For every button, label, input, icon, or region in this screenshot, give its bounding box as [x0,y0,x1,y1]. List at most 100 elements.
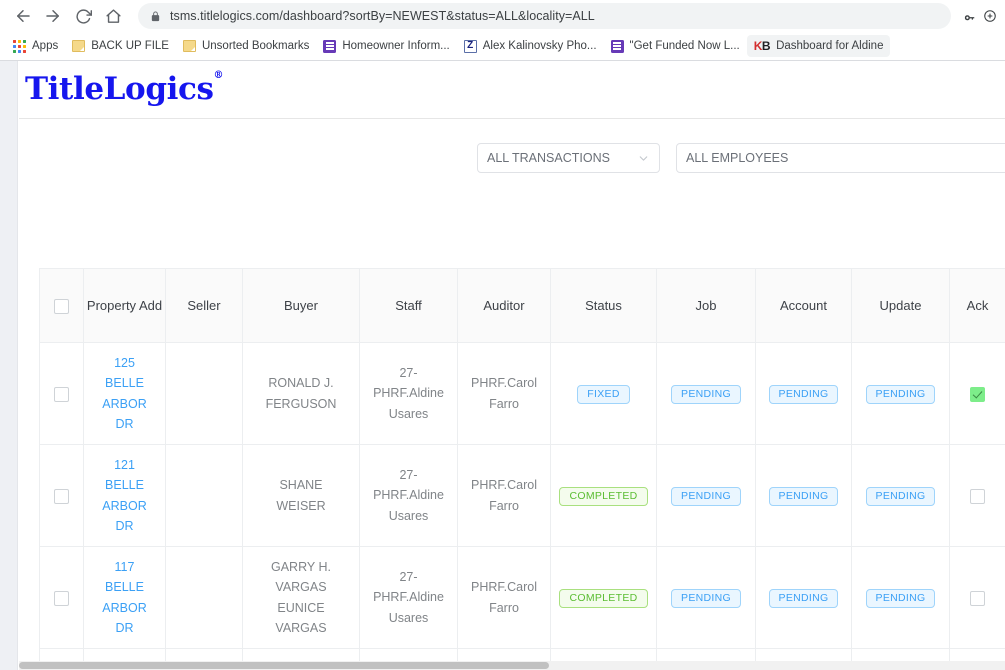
account-badge[interactable]: PENDING [768,486,839,506]
column-header-auditor[interactable]: Auditor [457,268,551,343]
ack-checkbox[interactable] [970,488,985,504]
select-all-checkbox[interactable] [54,298,69,314]
bookmark-unsorted-bookmarks[interactable]: Unsorted Bookmarks [176,35,316,57]
status-badge[interactable]: COMPLETED [559,486,648,506]
property-add-cell: 125 BELLE ARBOR DR [83,342,166,445]
property-address-link[interactable]: ARBOR [86,598,163,618]
row-select-checkbox[interactable] [54,590,69,606]
buyer-cell: SHANE WEISER [242,444,360,547]
staff-cell: 27- PHRF.Aldine Usares [359,444,458,547]
property-address-link[interactable]: BELLE [86,577,163,597]
column-header-job[interactable]: Job [656,268,756,343]
update-badge[interactable]: PENDING [865,486,936,506]
ack-checkbox[interactable] [970,590,985,606]
staff-cell: 27- PHRF.Aldine Usares [359,342,458,445]
address-bar[interactable]: tsms.titlelogics.com/dashboard?sortBy=NE… [138,3,951,29]
property-address-link[interactable]: DR [86,414,163,434]
bookmark-dashboard-for-aldine[interactable]: KB Dashboard for Aldine [746,35,891,57]
transactions-table: Property Add Seller Buyer Staff Auditor … [39,268,1005,668]
select-all-header [39,268,84,343]
cell-line: GARRY H. [271,560,331,574]
property-address-link[interactable]: 117 [86,557,163,577]
status-badge[interactable]: COMPLETED [559,588,648,608]
column-header-status[interactable]: Status [550,268,657,343]
bookmark-label: BACK UP FILE [91,40,169,52]
account-badge[interactable]: PENDING [768,588,839,608]
column-header-buyer[interactable]: Buyer [242,268,360,343]
property-address-link[interactable]: ARBOR [86,496,163,516]
bookmark-label: Dashboard for Aldine [776,40,884,52]
property-address-link[interactable]: DR [86,516,163,536]
column-header-property-add[interactable]: Property Add [83,268,166,343]
list-icon [610,39,624,53]
toolbar-actions [957,3,997,29]
status-cell: COMPLETED [550,444,657,547]
row-select-checkbox[interactable] [54,386,69,402]
bookmark-get-funded-now-l[interactable]: "Get Funded Now L... [604,35,747,57]
ack-checkbox[interactable] [970,386,985,402]
key-icon[interactable] [957,3,983,29]
property-address-link[interactable]: BELLE [86,475,163,495]
account-cell: PENDING [755,546,852,649]
reload-icon[interactable] [68,2,98,30]
job-badge[interactable]: PENDING [671,486,741,506]
job-badge[interactable]: PENDING [671,588,741,608]
property-add-cell: 117 BELLE ARBOR DR [83,546,166,649]
cell-line: Usares [388,610,429,625]
column-header-ack[interactable]: Ack [949,268,1005,343]
property-address-link[interactable]: ARBOR [86,394,163,414]
column-header-seller[interactable]: Seller [165,268,243,343]
account-badge[interactable]: PENDING [768,384,839,404]
column-header-update[interactable]: Update [851,268,950,343]
horizontal-scrollbar-thumb[interactable] [19,662,549,669]
transactions-filter-select[interactable]: ALL TRANSACTIONS [477,143,660,173]
update-badge[interactable]: PENDING [865,384,936,404]
property-address-link[interactable]: 121 [86,455,163,475]
bookmark-apps[interactable]: Apps [6,35,65,57]
profile-icon[interactable] [983,3,997,29]
seller-cell [165,342,243,445]
row-select-checkbox[interactable] [54,488,69,504]
cell-line: PHRF.Aldine [373,590,444,605]
titlelogics-logo[interactable]: TitleLogics® [25,70,224,105]
horizontal-scrollbar[interactable] [19,661,1005,670]
property-address-link[interactable]: DR [86,618,163,638]
account-cell: PENDING [755,342,852,445]
table-row[interactable]: 117 BELLE ARBOR DR GARRY H. VARGAS EUNICE VARGA… [39,546,1005,649]
bookmark-label: Homeowner Inform... [342,40,450,52]
ack-cell [949,444,1005,547]
home-icon[interactable] [98,2,128,30]
table-row[interactable]: 121 BELLE ARBOR DR SHANE WEISER 27- PHRF.Aldine… [39,444,1005,547]
update-cell: PENDING [851,444,950,547]
folder-icon [182,40,196,52]
apps-grid-icon [13,39,26,53]
list-icon [323,39,337,53]
bookmark-back-up-file[interactable]: BACK UP FILE [65,35,176,57]
column-header-staff[interactable]: Staff [359,268,458,343]
row-select-cell [39,546,84,649]
cell-line: Usares [388,508,429,523]
bookmark-label: Unsorted Bookmarks [201,40,310,52]
status-badge[interactable]: FIXED [577,384,630,404]
account-cell: PENDING [755,444,852,547]
update-badge[interactable]: PENDING [865,588,936,608]
property-address-link[interactable]: 125 [86,353,163,373]
table-row[interactable]: 125 BELLE ARBOR DR RONALD J. FERGUSON 27- PHRF.… [39,342,1005,445]
row-select-cell [39,342,84,445]
cell-line: PHRF.Carol [471,478,537,493]
back-arrow-icon[interactable] [8,2,38,30]
property-address-link[interactable]: BELLE [86,373,163,393]
page-left-gutter [0,61,18,670]
employees-filter-input[interactable]: ALL EMPLOYEES [676,143,1005,173]
forward-arrow-icon[interactable] [38,2,68,30]
job-cell: PENDING [656,444,756,547]
browser-chrome: tsms.titlelogics.com/dashboard?sortBy=NE… [0,0,1005,61]
column-header-account[interactable]: Account [755,268,852,343]
job-cell: PENDING [656,546,756,649]
bookmark-alex-kalinovsky-pho[interactable]: Z Alex Kalinovsky Pho... [457,35,604,57]
folder-icon [72,40,86,52]
job-badge[interactable]: PENDING [671,384,741,404]
update-cell: PENDING [851,546,950,649]
url-text: tsms.titlelogics.com/dashboard?sortBy=NE… [170,9,595,23]
bookmark-homeowner-inform[interactable]: Homeowner Inform... [316,35,456,57]
